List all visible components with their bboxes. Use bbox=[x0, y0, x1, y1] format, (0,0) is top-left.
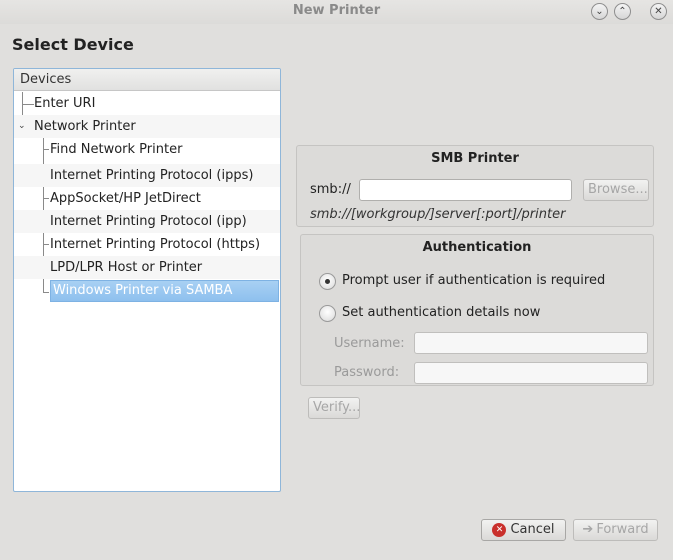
window-title: New Printer bbox=[292, 3, 381, 18]
cancel-button[interactable]: ✕ Cancel bbox=[481, 519, 566, 541]
cancel-icon: ✕ bbox=[492, 523, 507, 537]
prompt-auth-radio[interactable] bbox=[319, 273, 336, 290]
forward-label: Forward bbox=[596, 522, 649, 537]
tree-item-network-printer[interactable]: ⌄ Network Printer bbox=[14, 115, 280, 138]
tree-item-ipps[interactable]: Internet Printing Protocol (ipps) bbox=[14, 164, 280, 187]
set-auth-radio[interactable] bbox=[319, 305, 336, 322]
tree-item-label: Internet Printing Protocol (ipp) bbox=[50, 214, 247, 229]
password-field[interactable] bbox=[414, 362, 648, 384]
verify-button[interactable]: Verify... bbox=[308, 397, 360, 419]
cancel-label: Cancel bbox=[510, 522, 555, 537]
tree-item-label: LPD/LPR Host or Printer bbox=[50, 260, 203, 275]
set-auth-label[interactable]: Set authentication details now bbox=[342, 305, 540, 320]
minimize-button[interactable]: ⌄ bbox=[591, 3, 608, 20]
maximize-button[interactable]: ⌃ bbox=[614, 3, 631, 20]
close-button[interactable]: ✕ bbox=[650, 3, 667, 20]
smb-printer-title: SMB Printer bbox=[431, 151, 519, 166]
close-icon: ✕ bbox=[654, 6, 663, 17]
radio-selected-dot bbox=[325, 279, 330, 284]
username-field[interactable] bbox=[414, 332, 648, 354]
username-label: Username: bbox=[334, 336, 405, 351]
smb-uri-input[interactable] bbox=[359, 179, 572, 201]
forward-button[interactable]: ➔ Forward bbox=[573, 519, 658, 541]
tree-item-find-network-printer[interactable]: Find Network Printer bbox=[14, 138, 280, 161]
tree-item-label: Enter URI bbox=[34, 96, 96, 111]
tree-item-appsocket[interactable]: AppSocket/HP JetDirect bbox=[14, 187, 280, 210]
arrow-right-icon: ➔ bbox=[582, 522, 594, 537]
tree-item-label: AppSocket/HP JetDirect bbox=[50, 191, 201, 206]
browse-button[interactable]: Browse... bbox=[583, 179, 649, 201]
prompt-auth-label[interactable]: Prompt user if authentication is require… bbox=[342, 273, 605, 288]
tree-item-label: Find Network Printer bbox=[50, 142, 183, 157]
chevron-up-icon: ⌃ bbox=[618, 6, 627, 17]
chevron-down-icon: ⌄ bbox=[595, 6, 604, 17]
tree-item-label: Windows Printer via SAMBA bbox=[50, 280, 279, 302]
password-label: Password: bbox=[334, 365, 400, 380]
tree-item-enter-uri[interactable]: Enter URI bbox=[14, 92, 280, 115]
authentication-title: Authentication bbox=[422, 240, 532, 255]
tree-item-https[interactable]: Internet Printing Protocol (https) bbox=[14, 233, 280, 256]
tree-item-ipp[interactable]: Internet Printing Protocol (ipp) bbox=[14, 210, 280, 233]
expander-down-icon[interactable]: ⌄ bbox=[18, 115, 26, 138]
smb-uri-label: smb:// bbox=[310, 182, 351, 197]
devices-column-header[interactable]: Devices bbox=[14, 69, 280, 91]
tree-item-label: Internet Printing Protocol (ipps) bbox=[50, 168, 254, 183]
tree-item-lpd[interactable]: LPD/LPR Host or Printer bbox=[14, 256, 280, 279]
devices-tree[interactable]: Devices Enter URI ⌄ Network Printer Find… bbox=[13, 68, 281, 492]
page-title: Select Device bbox=[12, 35, 134, 54]
title-bar: New Printer ⌄ ⌃ ✕ bbox=[0, 0, 673, 24]
smb-uri-hint: smb://[workgroup/]server[:port]/printer bbox=[310, 207, 566, 222]
tree-item-windows-samba[interactable]: Windows Printer via SAMBA bbox=[14, 280, 280, 303]
tree-item-label: Network Printer bbox=[34, 119, 136, 134]
tree-item-label: Internet Printing Protocol (https) bbox=[50, 237, 261, 252]
